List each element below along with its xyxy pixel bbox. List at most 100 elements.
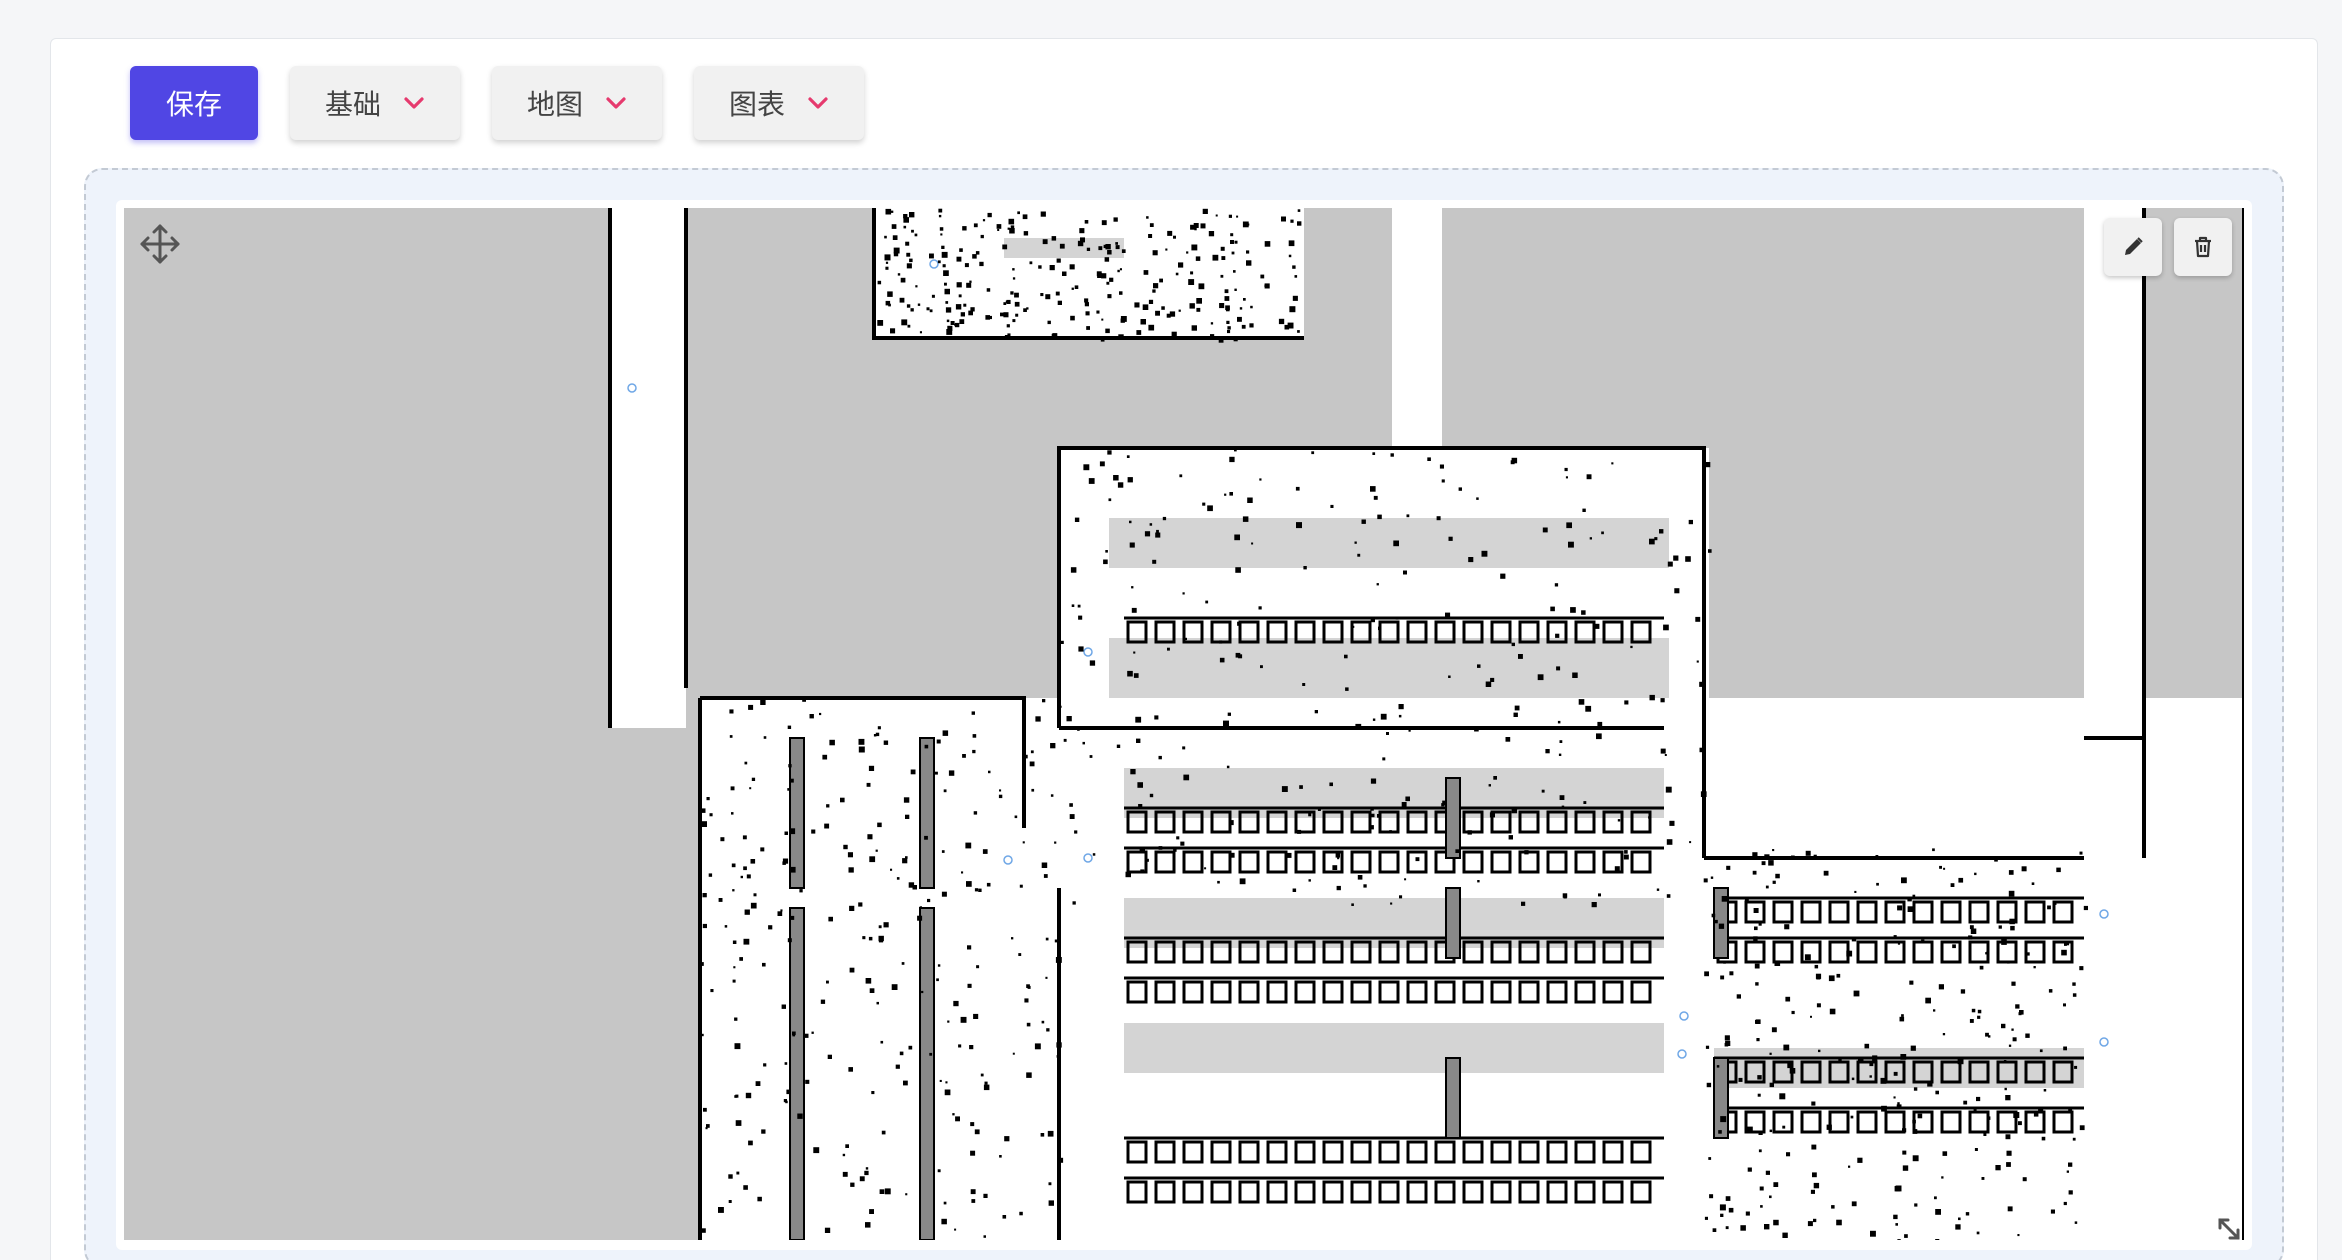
scan-speck	[1056, 258, 1061, 263]
scan-speck	[1893, 1214, 1898, 1220]
scan-speck	[1846, 950, 1853, 957]
scan-speck	[1597, 721, 1603, 727]
scan-speck	[1139, 847, 1145, 853]
scan-speck	[1117, 482, 1124, 488]
scan-speck	[1598, 893, 1601, 897]
scan-speck	[1115, 242, 1118, 245]
move-arrows-icon[interactable]	[138, 222, 182, 266]
scan-speck	[1902, 1128, 1907, 1133]
scan-speck	[1704, 971, 1709, 977]
scan-speck	[1720, 1116, 1727, 1123]
scan-speck	[1896, 1104, 1902, 1110]
scan-speck	[1041, 1020, 1045, 1024]
scan-speck	[980, 234, 984, 239]
occupancy-map[interactable]	[124, 208, 2244, 1240]
scan-speck	[1836, 973, 1841, 978]
scan-speck	[1710, 876, 1714, 879]
scan-speck	[1292, 295, 1298, 301]
scan-speck	[1239, 878, 1246, 885]
save-button[interactable]: 保存	[130, 66, 258, 140]
scan-speck	[1700, 791, 1707, 797]
scan-speck	[1295, 486, 1300, 491]
scan-speck	[1196, 307, 1201, 312]
scan-speck	[1752, 870, 1757, 875]
scan-speck	[845, 1144, 849, 1148]
scan-speck	[1049, 265, 1055, 271]
map-dropdown[interactable]: 地图	[492, 66, 662, 140]
scan-speck	[1071, 604, 1075, 607]
scan-speck	[1014, 815, 1018, 819]
scan-speck	[1757, 1075, 1762, 1080]
scan-speck	[1897, 1102, 1900, 1105]
scan-speck	[1829, 1008, 1836, 1015]
scan-speck	[1003, 302, 1007, 305]
scan-speck	[1656, 888, 1660, 891]
scan-speck	[1281, 216, 1286, 222]
scan-speck	[1854, 890, 1857, 893]
basic-dropdown[interactable]: 基础	[290, 66, 460, 140]
scan-speck	[1062, 271, 1067, 276]
scan-speck	[893, 247, 900, 254]
delete-button[interactable]	[2174, 218, 2232, 276]
scan-speck	[1564, 467, 1568, 472]
scan-speck	[891, 224, 897, 229]
scan-speck	[1585, 705, 1592, 712]
scan-speck	[917, 303, 921, 306]
scan-speck	[978, 888, 982, 892]
scan-speck	[1582, 508, 1586, 512]
scan-speck	[947, 325, 953, 331]
scan-speck	[988, 770, 991, 774]
scan-speck	[1969, 1019, 1974, 1023]
scan-speck	[1568, 541, 1574, 548]
scan-speck	[1014, 301, 1020, 307]
scan-speck	[1171, 331, 1177, 337]
scan-speck	[1445, 612, 1451, 618]
scan-speck	[1308, 879, 1311, 882]
scan-speck	[1994, 858, 1998, 862]
scan-speck	[1782, 1232, 1788, 1238]
scan-speck	[896, 877, 900, 880]
resize-corner-icon[interactable]	[2214, 1214, 2244, 1244]
scan-speck	[1578, 699, 1585, 705]
scan-speck	[1897, 942, 1901, 945]
scan-speck	[842, 1171, 848, 1177]
edit-button[interactable]	[2104, 218, 2162, 276]
scan-speck	[966, 282, 972, 288]
scan-speck	[1591, 902, 1597, 908]
scan-speck	[1169, 311, 1176, 317]
scan-speck	[1278, 318, 1285, 325]
scan-speck	[1563, 895, 1567, 899]
scan-speck	[1901, 1014, 1904, 1017]
scan-speck	[750, 859, 756, 864]
scan-speck	[718, 1207, 724, 1213]
scan-speck	[1696, 660, 1699, 663]
scan-speck	[1023, 231, 1029, 236]
scan-speck	[1292, 888, 1297, 892]
scan-speck	[1329, 782, 1333, 787]
scan-speck	[1056, 1042, 1062, 1048]
scan-speck	[1010, 225, 1015, 229]
scan-speck	[1116, 744, 1121, 748]
scan-speck	[1714, 919, 1718, 924]
scan-speck	[1917, 1113, 1923, 1119]
scan-speck	[768, 925, 773, 930]
scan-speck	[1149, 793, 1154, 798]
scan-speck	[1003, 312, 1009, 318]
scan-speck	[944, 1089, 951, 1096]
chart-dropdown[interactable]: 图表	[694, 66, 864, 140]
scan-speck	[783, 1099, 787, 1103]
scan-speck	[1747, 1126, 1753, 1133]
scan-speck	[700, 962, 704, 966]
scan-speck	[941, 251, 948, 258]
scan-speck	[915, 285, 918, 288]
scan-speck	[1055, 957, 1062, 963]
scan-speck	[1912, 1129, 1918, 1134]
scan-speck	[1288, 254, 1292, 258]
scan-speck	[1596, 733, 1602, 740]
scan-speck	[1831, 1205, 1835, 1209]
scan-speck	[1648, 816, 1651, 819]
scan-speck	[755, 1081, 761, 1086]
scan-speck	[1220, 246, 1225, 251]
scan-speck	[1189, 303, 1195, 309]
scan-speck	[1724, 1035, 1730, 1041]
